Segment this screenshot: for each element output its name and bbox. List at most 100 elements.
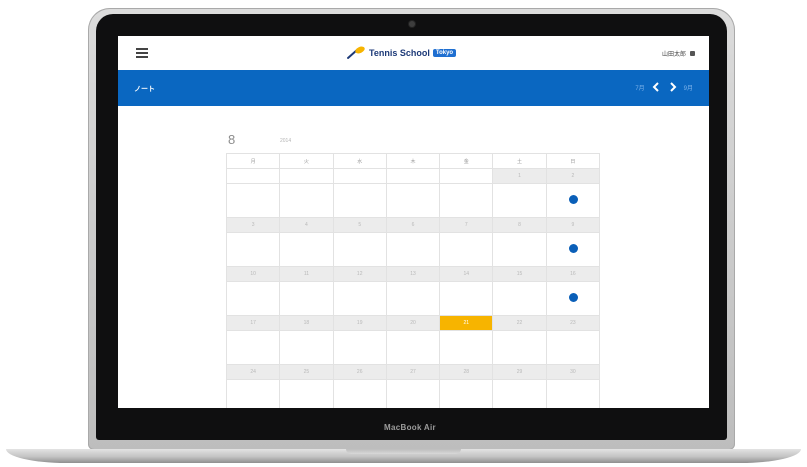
day-note-cell[interactable] (279, 379, 334, 408)
date-cell[interactable]: 29 (492, 364, 547, 380)
date-body-row (225, 232, 601, 267)
date-body-row (225, 330, 601, 365)
day-note-cell[interactable] (439, 330, 494, 365)
date-cell[interactable]: 27 (385, 364, 441, 380)
date-number-row: 10 11 12 13 14 15 16 (225, 266, 601, 282)
weekday-header: 木 (385, 153, 441, 169)
date-cell[interactable]: 13 (385, 266, 441, 282)
day-note-cell[interactable] (385, 281, 441, 316)
date-number-row: 24 25 26 27 28 29 30 (225, 364, 601, 380)
day-note-cell[interactable] (279, 232, 334, 267)
day-note-cell[interactable] (492, 183, 547, 218)
tennis-racket-icon (347, 46, 365, 59)
date-cell[interactable]: 26 (332, 364, 387, 380)
date-body-row (225, 183, 601, 218)
day-note-cell[interactable] (545, 379, 601, 408)
day-note-cell (385, 183, 441, 218)
day-note-cell[interactable] (225, 281, 281, 316)
day-note-cell[interactable] (492, 379, 547, 408)
date-number-row: 17 18 19 20 21 22 23 (225, 315, 601, 331)
day-note-cell[interactable] (385, 330, 441, 365)
weekday-header: 日 (545, 153, 601, 169)
date-cell (385, 168, 441, 184)
calendar-grid: 月 火 水 木 金 土 日 1 2 3 4 5 6 7 8 9 10 11 12 13 14 15 16 17 1… (225, 153, 601, 408)
day-note-cell[interactable] (279, 330, 334, 365)
app-logo[interactable]: Tennis School Tokyo (346, 45, 457, 61)
screen: Tennis School Tokyo 山田太郎 ノート 7月 9月 8 201… (118, 36, 709, 408)
date-cell[interactable]: 28 (439, 364, 494, 380)
app-header: Tennis School Tokyo 山田太郎 (118, 36, 709, 71)
date-cell[interactable]: 11 (279, 266, 334, 282)
date-body-row (225, 379, 601, 408)
day-note-cell[interactable] (279, 281, 334, 316)
calendar-month: 8 (228, 132, 236, 147)
weekday-header: 火 (279, 153, 334, 169)
date-cell[interactable]: 17 (225, 315, 281, 331)
page-title: ノート (134, 86, 155, 93)
day-note-cell[interactable] (545, 330, 601, 365)
day-note-cell (279, 183, 334, 218)
date-cell[interactable]: 16 (545, 266, 601, 282)
note-indicator-icon[interactable] (568, 292, 578, 302)
day-note-cell[interactable] (545, 281, 601, 316)
day-note-cell[interactable] (332, 379, 387, 408)
date-cell[interactable]: 3 (225, 217, 281, 233)
date-cell[interactable]: 5 (332, 217, 387, 233)
day-note-cell[interactable] (439, 281, 494, 316)
day-note-cell[interactable] (332, 232, 387, 267)
weekday-header-row: 月 火 水 木 金 土 日 (225, 153, 601, 169)
day-note-cell[interactable] (225, 379, 281, 408)
chevron-left-icon[interactable] (650, 81, 662, 93)
date-cell[interactable]: 2 (545, 168, 601, 184)
date-cell[interactable]: 14 (439, 266, 494, 282)
user-name: 山田太郎 (661, 52, 686, 58)
day-note-cell[interactable] (492, 330, 547, 365)
date-number-row: 12 (225, 168, 601, 184)
day-note-cell[interactable] (332, 281, 387, 316)
calendar-title: 8 (228, 131, 235, 149)
day-note-cell[interactable] (225, 330, 281, 365)
today-date-cell[interactable]: 21 (439, 315, 494, 331)
note-indicator-icon[interactable] (568, 194, 578, 204)
date-cell[interactable]: 8 (492, 217, 547, 233)
date-cell[interactable]: 30 (545, 364, 601, 380)
date-cell[interactable]: 20 (385, 315, 441, 331)
date-cell (332, 168, 387, 184)
day-note-cell[interactable] (545, 183, 601, 218)
date-cell[interactable]: 6 (385, 217, 441, 233)
month-navigation: 7月 9月 (635, 81, 693, 93)
day-note-cell (439, 183, 494, 218)
hamburger-menu-icon[interactable] (136, 48, 148, 58)
day-note-cell[interactable] (332, 330, 387, 365)
date-cell[interactable]: 23 (545, 315, 601, 331)
day-note-cell[interactable] (385, 379, 441, 408)
day-note-cell[interactable] (439, 232, 494, 267)
chevron-right-icon[interactable] (667, 81, 679, 93)
date-cell[interactable]: 18 (279, 315, 334, 331)
note-indicator-icon[interactable] (568, 243, 578, 253)
date-cell (225, 168, 281, 184)
weekday-header: 水 (332, 153, 387, 169)
date-cell[interactable]: 25 (279, 364, 334, 380)
day-note-cell[interactable] (492, 281, 547, 316)
location-badge: Tokyo (432, 49, 457, 57)
date-cell[interactable]: 10 (225, 266, 281, 282)
date-cell[interactable]: 24 (225, 364, 281, 380)
date-cell[interactable]: 1 (492, 168, 547, 184)
date-cell[interactable]: 9 (545, 217, 601, 233)
day-note-cell[interactable] (385, 232, 441, 267)
user-menu[interactable]: 山田太郎 (662, 49, 695, 58)
next-month-label[interactable]: 9月 (684, 83, 693, 92)
day-note-cell[interactable] (545, 232, 601, 267)
date-cell[interactable]: 19 (332, 315, 387, 331)
prev-month-label[interactable]: 7月 (635, 83, 644, 92)
date-cell[interactable]: 7 (439, 217, 494, 233)
day-note-cell[interactable] (439, 379, 494, 408)
date-cell[interactable]: 4 (279, 217, 334, 233)
date-cell[interactable]: 15 (492, 266, 547, 282)
day-note-cell[interactable] (225, 232, 281, 267)
date-cell[interactable]: 12 (332, 266, 387, 282)
weekday-header: 土 (492, 153, 547, 169)
date-cell[interactable]: 22 (492, 315, 547, 331)
day-note-cell[interactable] (492, 232, 547, 267)
